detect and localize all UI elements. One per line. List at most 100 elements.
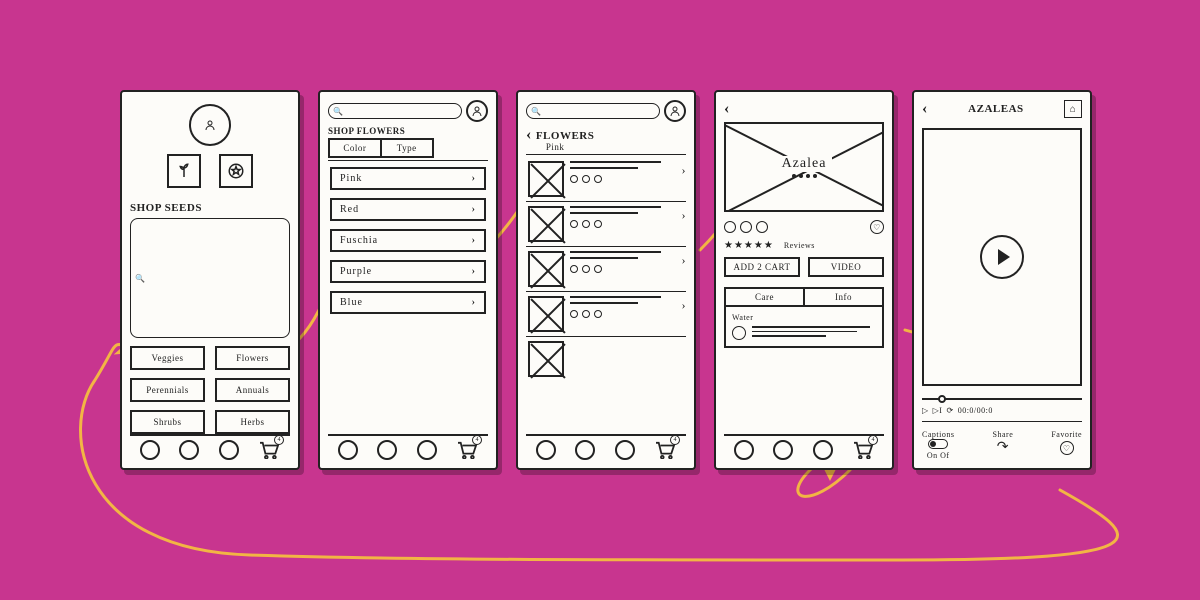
thumbnail-placeholder <box>528 296 564 332</box>
tab-2[interactable] <box>773 440 793 460</box>
video-player[interactable] <box>922 128 1082 386</box>
tab-1[interactable] <box>140 440 160 460</box>
tab-1[interactable] <box>338 440 358 460</box>
breadcrumb: Shop Flowers <box>328 126 488 136</box>
list-item[interactable] <box>526 337 686 381</box>
favorite-button[interactable]: ♡ <box>870 220 884 234</box>
back-button[interactable]: ‹ <box>724 100 730 118</box>
water-icon <box>732 326 746 340</box>
back-button[interactable]: ‹ <box>922 100 928 118</box>
timecode: 00:0/00:0 <box>958 406 993 415</box>
tile-plant[interactable] <box>167 154 201 188</box>
screen-shop-flowers: 🔍 Shop Flowers Color Type Pink› Red› Fus… <box>318 90 498 470</box>
avatar-large[interactable] <box>189 104 231 146</box>
tab-type[interactable]: Type <box>380 138 434 158</box>
detail-tabs: Care Info <box>724 287 884 307</box>
star-rating: ★★★★★ <box>724 240 774 251</box>
category-herbs[interactable]: Herbs <box>215 410 290 434</box>
tab-3[interactable] <box>813 440 833 460</box>
color-fuschia[interactable]: Fuschia› <box>330 229 486 252</box>
tab-info[interactable]: Info <box>803 287 884 307</box>
tab-1[interactable] <box>734 440 754 460</box>
share-button[interactable]: Share ↷ <box>993 430 1014 456</box>
screen-flowers-pink: 🔍 ‹ Flowers Pink › › › <box>516 90 696 470</box>
tab-bar: 4 <box>130 434 290 460</box>
scrubber[interactable] <box>922 394 1082 404</box>
favorite-button[interactable]: Favorite ♡ <box>1051 430 1082 455</box>
tile-star[interactable] <box>219 154 253 188</box>
cart-icon[interactable]: 4 <box>456 441 478 459</box>
avatar-icon[interactable] <box>664 100 686 122</box>
play-icon[interactable]: ▷ <box>922 406 929 415</box>
list-item[interactable]: › <box>526 247 686 292</box>
chevron-right-icon: › <box>682 208 687 223</box>
thumbnail-placeholder <box>528 251 564 287</box>
hero-image-placeholder: Azalea <box>724 122 884 212</box>
search-input[interactable]: 🔍 <box>526 103 660 119</box>
reviews-label[interactable]: Reviews <box>784 241 815 250</box>
screen-home: Shop Seeds 🔍 Veggies Flowers Perennials … <box>120 90 300 470</box>
thumbnail-placeholder <box>528 206 564 242</box>
carousel-dots[interactable] <box>792 174 817 178</box>
category-perennials[interactable]: Perennials <box>130 378 205 402</box>
tab-2[interactable] <box>179 440 199 460</box>
chevron-right-icon: › <box>472 266 476 277</box>
loop-icon[interactable]: ⟳ <box>946 406 953 415</box>
back-button[interactable]: ‹ <box>526 126 532 144</box>
chevron-right-icon: › <box>472 235 476 246</box>
tab-bar: 4 <box>328 434 488 460</box>
category-flowers[interactable]: Flowers <box>215 346 290 370</box>
page-title: Flowers <box>536 130 595 142</box>
category-veggies[interactable]: Veggies <box>130 346 205 370</box>
tab-color[interactable]: Color <box>328 138 380 158</box>
variant-dots[interactable] <box>724 221 768 233</box>
tab-2[interactable] <box>377 440 397 460</box>
heart-icon: ♡ <box>1060 441 1074 455</box>
color-purple[interactable]: Purple› <box>330 260 486 283</box>
thumbnail-placeholder <box>528 161 564 197</box>
home-button[interactable]: ⌂ <box>1064 100 1082 118</box>
chevron-right-icon: › <box>682 163 687 178</box>
tab-3[interactable] <box>615 440 635 460</box>
tab-1[interactable] <box>536 440 556 460</box>
tab-2[interactable] <box>575 440 595 460</box>
video-title: Azaleas <box>968 103 1023 115</box>
screen-product-detail: ‹ Azalea ♡ ★★★★★ Reviews Add 2 Cart Vide… <box>714 90 894 470</box>
cart-icon[interactable]: 4 <box>654 441 676 459</box>
search-input[interactable]: 🔍 <box>328 103 462 119</box>
skip-icon[interactable]: ▷I <box>933 406 943 415</box>
category-grid: Veggies Flowers Perennials Annuals Shrub… <box>130 346 290 434</box>
chevron-right-icon: › <box>472 204 476 215</box>
category-annuals[interactable]: Annuals <box>215 378 290 402</box>
list-item[interactable]: › <box>526 292 686 337</box>
color-blue[interactable]: Blue› <box>330 291 486 314</box>
tab-care[interactable]: Care <box>724 287 803 307</box>
color-red[interactable]: Red› <box>330 198 486 221</box>
cart-icon[interactable]: 4 <box>258 441 280 459</box>
captions-toggle[interactable] <box>928 439 948 449</box>
chevron-right-icon: › <box>472 297 476 308</box>
heading-shop-seeds: Shop Seeds <box>130 202 290 214</box>
add-to-cart-button[interactable]: Add 2 Cart <box>724 257 800 277</box>
chevron-right-icon: › <box>682 298 687 313</box>
video-button[interactable]: Video <box>808 257 884 277</box>
screen-video: ‹ Azaleas ⌂ ▷ ▷I ⟳ 00:0/00:0 Captions On… <box>912 90 1092 470</box>
captions-control[interactable]: Captions On Of <box>922 430 954 460</box>
cart-icon[interactable]: 4 <box>852 441 874 459</box>
care-section-title: Water <box>732 313 876 322</box>
page-subtitle: Pink <box>546 142 595 152</box>
product-name: Azalea <box>776 156 833 172</box>
list-item[interactable]: › <box>526 157 686 202</box>
color-pink[interactable]: Pink› <box>330 167 486 190</box>
chevron-right-icon: › <box>472 173 476 184</box>
tab-bar: 4 <box>724 434 884 460</box>
tab-3[interactable] <box>417 440 437 460</box>
category-shrubs[interactable]: Shrubs <box>130 410 205 434</box>
play-button[interactable] <box>980 235 1024 279</box>
search-input[interactable]: 🔍 <box>130 218 290 338</box>
tab-3[interactable] <box>219 440 239 460</box>
thumbnail-placeholder <box>528 341 564 377</box>
avatar-icon[interactable] <box>466 100 488 122</box>
list-item[interactable]: › <box>526 202 686 247</box>
chevron-right-icon: › <box>682 253 687 268</box>
